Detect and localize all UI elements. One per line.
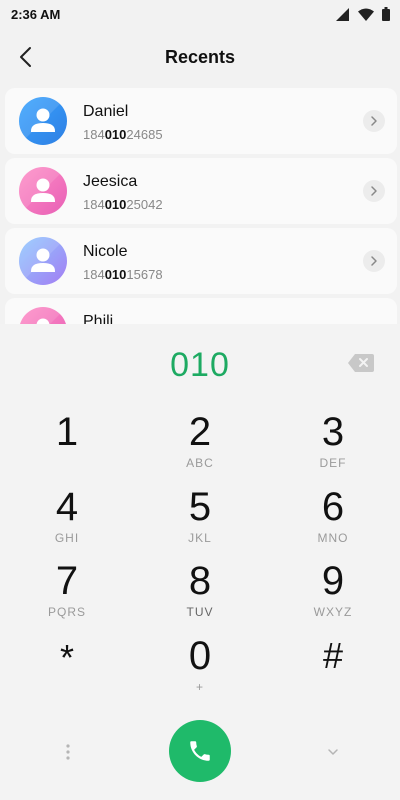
dial-key-6[interactable]: 6 MNO [273, 485, 393, 555]
key-digit: 4 [55, 485, 79, 529]
number-match: 010 [104, 197, 127, 212]
chevron-right-icon [371, 116, 377, 126]
dial-key-5[interactable]: 5 JKL [140, 485, 260, 555]
dial-key-8[interactable]: 8 TUV [140, 559, 260, 629]
contact-name: Daniel [83, 103, 129, 120]
contact-name: Phili [83, 313, 114, 324]
contact-row-phili[interactable]: Phili [5, 298, 397, 324]
dial-input[interactable]: 010 [0, 346, 400, 385]
key-letters: GHI [54, 531, 80, 545]
person-icon [19, 237, 67, 285]
call-button[interactable] [169, 720, 231, 782]
key-digit: 8 [188, 559, 212, 603]
contact-details-button[interactable] [363, 180, 385, 202]
key-letters: + [195, 680, 204, 694]
key-letters: MNO [317, 531, 349, 545]
chevron-down-icon [328, 749, 338, 755]
key-letters: JKL [188, 531, 212, 545]
page-title: Recents [164, 47, 236, 67]
person-icon [19, 97, 67, 145]
recents-list[interactable]: Daniel 18401024685 Jeesica 18401025042 N… [0, 86, 400, 324]
contact-number: 18401015678 [83, 267, 163, 282]
number-match: 010 [104, 127, 127, 142]
backspace-icon [348, 354, 374, 372]
dial-key-star[interactable]: * [7, 634, 127, 704]
key-digit: 3 [321, 410, 345, 454]
dial-key-4[interactable]: 4 GHI [7, 485, 127, 555]
dialer-bottom-bar [0, 720, 400, 800]
key-digit: 7 [55, 559, 79, 603]
dial-key-9[interactable]: 9 WXYZ [273, 559, 393, 629]
dial-key-2[interactable]: 2 ABC [140, 410, 260, 480]
person-icon [19, 167, 67, 215]
key-digit: 0 [188, 634, 212, 678]
battery-icon [382, 7, 390, 21]
avatar [19, 307, 67, 324]
more-vertical-icon [66, 744, 70, 760]
contact-name: Jeesica [83, 173, 138, 190]
contact-row-jeesica[interactable]: Jeesica 18401025042 [5, 158, 397, 224]
key-digit: 1 [55, 410, 79, 454]
key-letters: WXYZ [313, 605, 353, 619]
avatar [19, 237, 67, 285]
phone-icon [190, 741, 210, 761]
contact-number: 18401024685 [83, 127, 163, 142]
dialpad: 010 1 2 ABC 3 DEF 4 GHI 5 JKL 6 MNO 7 PQ… [0, 324, 400, 800]
dial-key-3[interactable]: 3 DEF [273, 410, 393, 480]
contact-details-button[interactable] [363, 250, 385, 272]
chevron-right-icon [371, 256, 377, 266]
key-letters: TUV [186, 605, 214, 619]
key-digit: 9 [321, 559, 345, 603]
key-letters: DEF [319, 456, 347, 470]
status-icons [336, 7, 390, 21]
dial-key-7[interactable]: 7 PQRS [7, 559, 127, 629]
key-digit: * [59, 637, 74, 678]
key-digit: 5 [188, 485, 212, 529]
contact-row-nicole[interactable]: Nicole 18401015678 [5, 228, 397, 294]
number-match: 010 [104, 267, 127, 282]
status-time: 2:36 AM [11, 7, 61, 22]
contact-details-button[interactable] [363, 110, 385, 132]
dial-key-hash[interactable]: # [273, 634, 393, 704]
status-bar: 2:36 AM [0, 0, 400, 28]
person-icon [19, 307, 67, 324]
key-digit: 6 [321, 485, 345, 529]
contact-name: Nicole [83, 243, 128, 260]
wifi-icon [358, 8, 374, 21]
contact-number: 18401025042 [83, 197, 163, 212]
key-letters: PQRS [47, 605, 86, 619]
dial-key-0[interactable]: 0 + [140, 634, 260, 704]
avatar [19, 97, 67, 145]
more-options-button[interactable] [56, 740, 80, 764]
signal-icon [336, 7, 349, 21]
collapse-dialpad-button[interactable] [321, 740, 345, 764]
header: Recents [0, 32, 400, 82]
dial-key-1[interactable]: 1 [7, 410, 127, 480]
key-digit: # [322, 635, 344, 676]
backspace-button[interactable] [348, 354, 374, 372]
avatar [19, 167, 67, 215]
key-digit: 2 [188, 410, 212, 454]
contact-row-daniel[interactable]: Daniel 18401024685 [5, 88, 397, 154]
chevron-right-icon [371, 186, 377, 196]
key-letters: ABC [186, 456, 214, 470]
